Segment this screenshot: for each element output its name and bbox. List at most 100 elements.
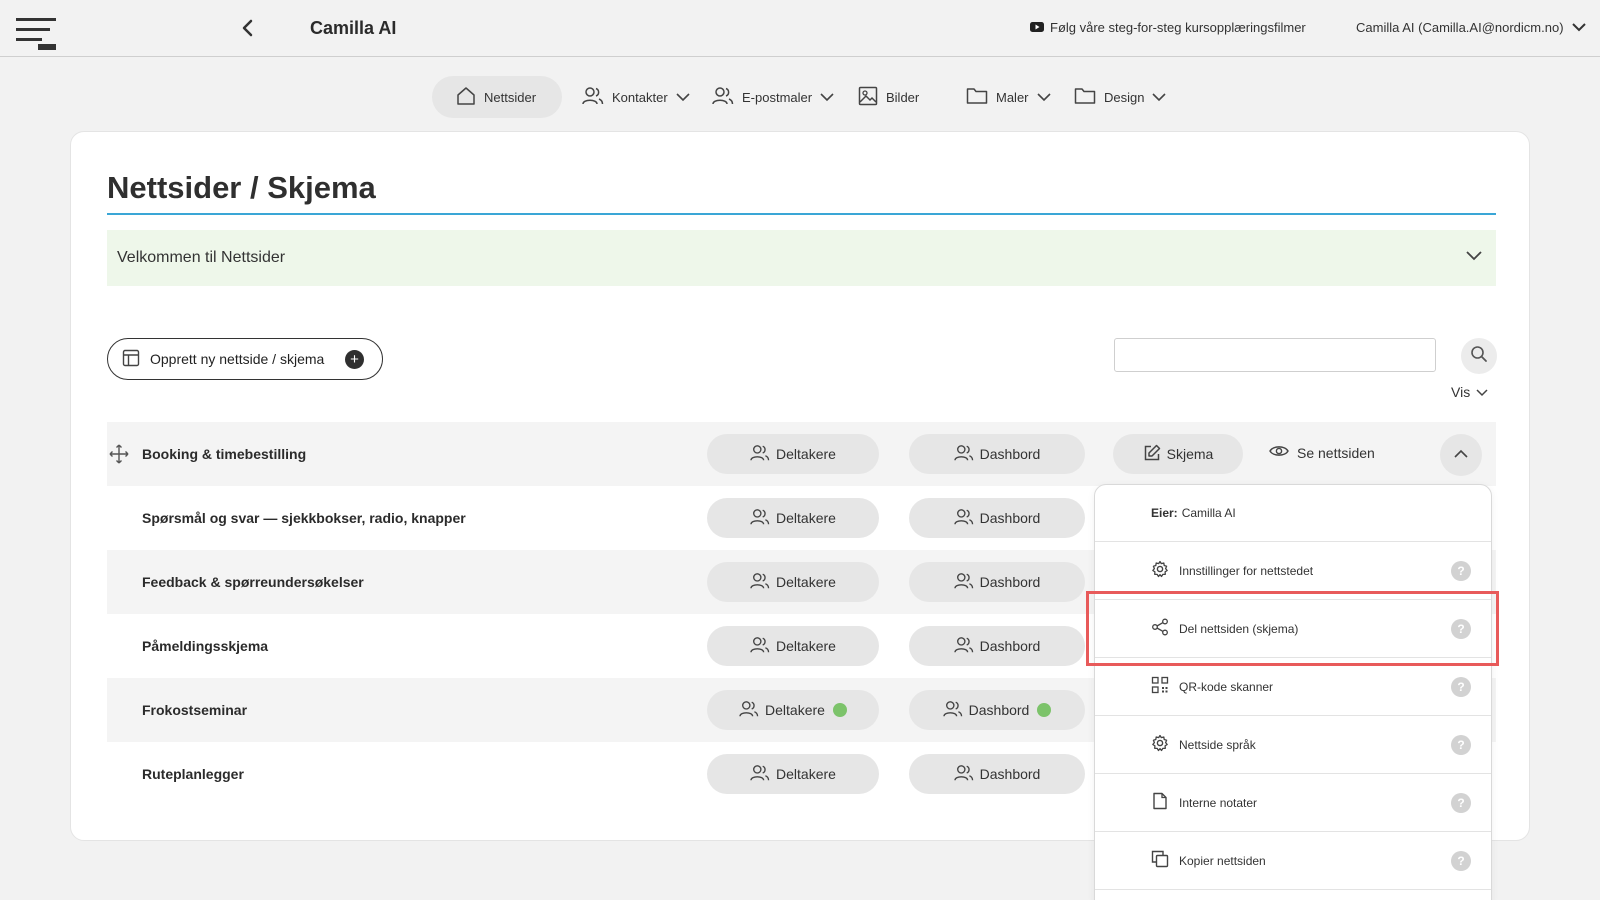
tab-label: Nettsider	[484, 89, 537, 105]
help-icon[interactable]: ?	[1451, 677, 1471, 697]
deltakere-button[interactable]: Deltakere	[707, 754, 879, 794]
deltakere-label: Deltakere	[776, 446, 836, 462]
deltakere-button[interactable]: Deltakere	[707, 562, 879, 602]
users-icon	[739, 700, 759, 721]
tab-maler[interactable]: Maler	[966, 76, 1051, 118]
document-icon	[1151, 792, 1169, 813]
folder-icon	[1074, 87, 1096, 108]
home-icon	[456, 86, 476, 109]
page-name[interactable]: Frokostseminar	[142, 702, 247, 718]
users-icon	[750, 636, 770, 657]
dashbord-button[interactable]: Dashbord	[909, 434, 1085, 474]
folder-icon	[966, 87, 988, 108]
dashbord-label: Dashbord	[979, 510, 1041, 526]
users-icon	[953, 572, 974, 593]
deltakere-button[interactable]: Deltakere	[707, 626, 879, 666]
menu-item-copy-page[interactable]: Kopier nettsiden ?	[1095, 832, 1491, 890]
users-icon	[750, 508, 770, 529]
user-menu[interactable]: Camilla AI (Camilla.AI@nordicm.no)	[1356, 20, 1586, 35]
dashbord-button[interactable]: Dashbord	[909, 690, 1085, 730]
create-button-label: Opprett ny nettside / skjema	[150, 351, 325, 367]
chevron-down-icon	[1466, 248, 1482, 266]
vis-dropdown[interactable]: Vis	[1451, 384, 1488, 400]
chevron-down-icon	[676, 90, 690, 105]
owner-info: Eier: Camilla AI	[1095, 485, 1491, 542]
users-icon	[953, 444, 974, 465]
menu-item-label: Interne notater	[1179, 795, 1258, 810]
dashbord-label: Dashbord	[979, 446, 1041, 462]
page-name[interactable]: Påmeldingsskjema	[142, 638, 268, 654]
deltakere-label: Deltakere	[765, 702, 825, 718]
dashbord-button[interactable]: Dashbord	[909, 498, 1085, 538]
search-input[interactable]	[1114, 338, 1436, 372]
drag-handle-icon[interactable]	[109, 444, 129, 469]
deltakere-button[interactable]: Deltakere	[707, 498, 879, 538]
menu-item-label: Kopier nettsiden	[1179, 853, 1266, 868]
dashbord-label: Dashbord	[979, 574, 1041, 590]
image-icon	[858, 86, 878, 109]
dashbord-label: Dashbord	[968, 702, 1030, 718]
help-icon[interactable]: ?	[1451, 735, 1471, 755]
see-page-label: Se nettsiden	[1297, 444, 1375, 461]
dashbord-button[interactable]: Dashbord	[909, 626, 1085, 666]
page-name[interactable]: Feedback & spørreundersøkelser	[142, 574, 364, 590]
dashbord-label: Dashbord	[979, 638, 1041, 654]
tab-kontakter[interactable]: Kontakter	[582, 76, 690, 118]
deltakere-label: Deltakere	[776, 638, 836, 654]
users-icon	[712, 86, 734, 109]
owner-label: Eier:	[1151, 506, 1178, 520]
page-name[interactable]: Ruteplanlegger	[142, 766, 244, 782]
top-bar: Camilla AI Følg våre steg-for-steg kurso…	[0, 0, 1600, 57]
deltakere-button[interactable]: Deltakere	[707, 434, 879, 474]
deltakere-label: Deltakere	[776, 766, 836, 782]
back-arrow-icon[interactable]	[236, 16, 260, 40]
eye-icon	[1269, 444, 1289, 461]
vis-label: Vis	[1451, 384, 1471, 400]
tab-bilder[interactable]: Bilder	[858, 76, 919, 118]
menu-item-qr-scanner[interactable]: QR-kode skanner ?	[1095, 658, 1491, 716]
page-name[interactable]: Booking & timebestilling	[142, 446, 306, 462]
owner-name: Camilla AI	[1181, 506, 1236, 520]
deltakere-button[interactable]: Deltakere	[707, 690, 879, 730]
dashbord-button[interactable]: Dashbord	[909, 754, 1085, 794]
dashbord-button[interactable]: Dashbord	[909, 562, 1085, 602]
tutorial-videos-link[interactable]: Følg våre steg-for-steg kursopplæringsfi…	[1030, 20, 1306, 35]
help-icon[interactable]: ?	[1451, 561, 1471, 581]
status-dot	[1037, 703, 1052, 717]
menu-item-internal-notes[interactable]: Interne notater ?	[1095, 774, 1491, 832]
skjema-button[interactable]: Skjema	[1113, 434, 1243, 474]
tab-e-postmaler[interactable]: E-postmaler	[712, 76, 834, 118]
tab-label: E-postmaler	[742, 89, 813, 105]
plus-icon: +	[345, 350, 364, 369]
help-icon[interactable]: ?	[1451, 851, 1471, 871]
help-icon[interactable]: ?	[1451, 793, 1471, 813]
see-page-link[interactable]: Se nettsiden	[1269, 444, 1375, 461]
chevron-down-icon	[1036, 90, 1051, 105]
page-name[interactable]: Spørsmål og svar — sjekkbokser, radio, k…	[142, 510, 466, 526]
user-label: Camilla AI (Camilla.AI@nordicm.no)	[1356, 20, 1564, 35]
layout-icon	[122, 349, 140, 370]
tab-label: Bilder	[886, 89, 920, 105]
collapse-button[interactable]	[1440, 434, 1482, 476]
gear-icon	[1151, 560, 1169, 581]
menu-item-share[interactable]: Del nettsiden (skjema) ?	[1095, 600, 1491, 658]
users-icon	[953, 764, 974, 785]
chevron-down-icon	[1152, 90, 1167, 105]
search-button[interactable]	[1461, 338, 1497, 374]
tab-design[interactable]: Design	[1074, 76, 1167, 118]
chevron-down-icon	[820, 90, 834, 105]
help-icon[interactable]: ?	[1451, 619, 1471, 639]
title-divider	[107, 213, 1496, 215]
users-icon	[750, 572, 770, 593]
hamburger-menu-icon[interactable]	[16, 16, 58, 52]
create-page-button[interactable]: Opprett ny nettside / skjema +	[107, 338, 383, 380]
tutorial-link-label: Følg våre steg-for-steg kursopplæringsfi…	[1050, 20, 1306, 35]
skjema-label: Skjema	[1166, 446, 1214, 462]
menu-item-settings[interactable]: Innstillinger for nettstedet ?	[1095, 542, 1491, 600]
tab-nettsider[interactable]: Nettsider	[432, 76, 563, 118]
dashbord-label: Dashbord	[979, 766, 1041, 782]
welcome-accordion[interactable]: Velkommen til Nettsider	[107, 230, 1496, 286]
welcome-label: Velkommen til Nettsider	[117, 249, 286, 266]
menu-item-language[interactable]: Nettside språk ?	[1095, 716, 1491, 774]
qr-code-icon	[1151, 676, 1169, 697]
